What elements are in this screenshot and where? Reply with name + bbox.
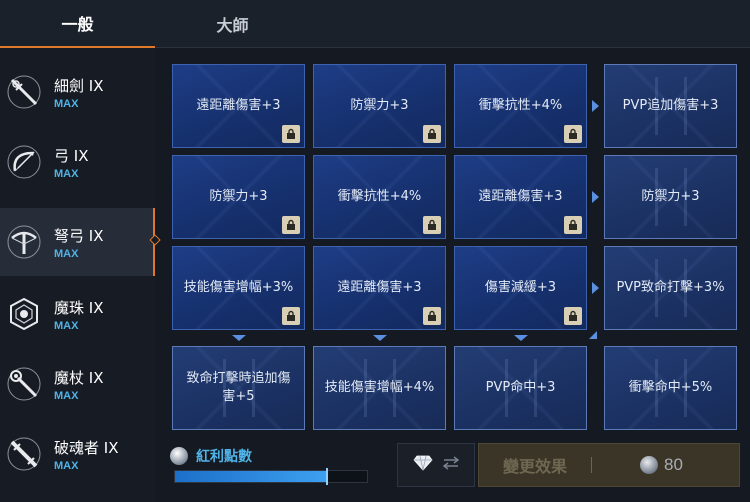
change-effect-button[interactable]: 變更效果 80 [478, 443, 740, 487]
effect-label: 遠距離傷害+3 [337, 280, 422, 295]
effect-card[interactable]: 衝擊命中+5% [604, 346, 737, 430]
bonus-points: 紅利點數 [170, 446, 252, 466]
tab-general[interactable]: 一般 [0, 0, 155, 48]
weapon-name: 細劍 IX [54, 76, 104, 95]
gem-icon [170, 447, 188, 465]
effect-label: 致命打擊時追加傷害+5 [186, 371, 291, 404]
effect-label: PVP追加傷害+3 [622, 98, 719, 113]
weapon-item-bow[interactable]: 弓 IX MAX [0, 128, 155, 196]
effect-label: 傷害減緩+3 [484, 280, 557, 295]
weapon-name: 弩弓 IX [54, 226, 104, 245]
weapon-item-soulbreaker[interactable]: 破魂者 IX MAX [0, 420, 155, 488]
lock-icon [282, 216, 300, 234]
lock-icon [564, 307, 582, 325]
effect-card[interactable]: 遠距離傷害+3 [454, 155, 587, 239]
progress-fill [175, 471, 327, 482]
effect-card[interactable]: 致命打擊時追加傷害+5 [172, 346, 305, 430]
crossbow-icon [4, 222, 44, 262]
effect-card[interactable]: 防禦力+3 [604, 155, 737, 239]
corner-arrow-icon [589, 331, 597, 339]
weapon-level: MAX [54, 167, 79, 180]
lock-icon [564, 216, 582, 234]
lock-icon [282, 307, 300, 325]
effect-card[interactable]: 傷害減緩+3 [454, 246, 587, 330]
tab-master[interactable]: 大師 [155, 0, 310, 48]
weapon-name: 破魂者 IX [54, 438, 119, 457]
effect-card[interactable]: 衝擊抗性+4% [454, 64, 587, 148]
effect-card[interactable]: 遠距離傷害+3 [172, 64, 305, 148]
lock-icon [282, 125, 300, 143]
effect-card[interactable]: 防禦力+3 [172, 155, 305, 239]
divider [591, 457, 592, 473]
swap-currency-button[interactable] [397, 443, 475, 487]
active-indicator [149, 234, 161, 246]
progress-marker [325, 468, 328, 485]
lock-icon [423, 216, 441, 234]
weapon-item-crossbow[interactable]: 弩弓 IX MAX [0, 208, 161, 276]
bonus-label: 紅利點數 [196, 449, 252, 465]
change-effect-label: 變更效果 [502, 457, 567, 476]
weapon-level: MAX [54, 97, 79, 110]
weapon-item-orb[interactable]: 魔珠 IX MAX [0, 280, 155, 348]
effect-card[interactable]: 遠距離傷害+3 [313, 246, 446, 330]
lock-icon [423, 307, 441, 325]
effect-card[interactable]: PVP致命打擊+3% [604, 246, 737, 330]
effect-card[interactable]: 技能傷害增幅+4% [313, 346, 446, 430]
effect-label: 衝擊抗性+4% [478, 98, 563, 113]
effect-label: 衝擊命中+5% [628, 380, 713, 395]
gem-icon [640, 456, 658, 474]
weapon-sidebar: 細劍 IX MAX 弓 IX MAX 弩弓 IX MAX 魔珠 IX MAX 魔… [0, 48, 161, 502]
effect-label: PVP命中+3 [485, 380, 556, 395]
effect-label: 防禦力+3 [209, 189, 268, 204]
rapier-icon [4, 72, 44, 112]
weapon-name: 弓 IX [54, 146, 89, 165]
effect-card[interactable]: 衝擊抗性+4% [313, 155, 446, 239]
chevron-right-icon [592, 100, 599, 112]
soulbreaker-icon [4, 434, 44, 474]
diamond-icon [412, 455, 433, 476]
tab-bar: 一般 大師 [0, 0, 750, 48]
chevron-down-icon [373, 335, 387, 341]
bonus-progress-bar [174, 468, 368, 485]
effect-card[interactable]: PVP追加傷害+3 [604, 64, 737, 148]
weapon-item-wand[interactable]: 魔杖 IX MAX [0, 350, 155, 418]
effect-label: 防禦力+3 [350, 98, 409, 113]
weapon-item-rapier[interactable]: 細劍 IX MAX [0, 58, 155, 126]
chevron-down-icon [232, 335, 246, 341]
effect-card[interactable]: 防禦力+3 [313, 64, 446, 148]
wand-icon [4, 364, 44, 404]
change-cost: 80 [640, 455, 683, 475]
bow-icon [4, 142, 44, 182]
weapon-level: MAX [54, 389, 79, 402]
effect-label: 遠距離傷害+3 [196, 98, 281, 113]
weapon-level: MAX [54, 247, 79, 260]
weapon-level: MAX [54, 319, 79, 332]
weapon-level: MAX [54, 459, 79, 472]
lock-icon [564, 125, 582, 143]
effect-card[interactable]: 技能傷害增幅+3% [172, 246, 305, 330]
effect-card[interactable]: PVP命中+3 [454, 346, 587, 430]
effect-label: PVP致命打擊+3% [616, 280, 725, 295]
orb-icon [4, 294, 44, 334]
weapon-name: 魔珠 IX [54, 298, 104, 317]
effect-label: 防禦力+3 [641, 189, 700, 204]
effect-label: 技能傷害增幅+4% [324, 380, 435, 395]
effect-label: 遠距離傷害+3 [478, 189, 563, 204]
effect-label: 衝擊抗性+4% [337, 189, 422, 204]
chevron-right-icon [592, 282, 599, 294]
cost-value: 80 [664, 455, 683, 474]
weapon-name: 魔杖 IX [54, 368, 104, 387]
swap-arrows-icon [442, 455, 460, 475]
chevron-right-icon [592, 191, 599, 203]
chevron-down-icon [514, 335, 528, 341]
lock-icon [423, 125, 441, 143]
effect-label: 技能傷害增幅+3% [183, 280, 294, 295]
